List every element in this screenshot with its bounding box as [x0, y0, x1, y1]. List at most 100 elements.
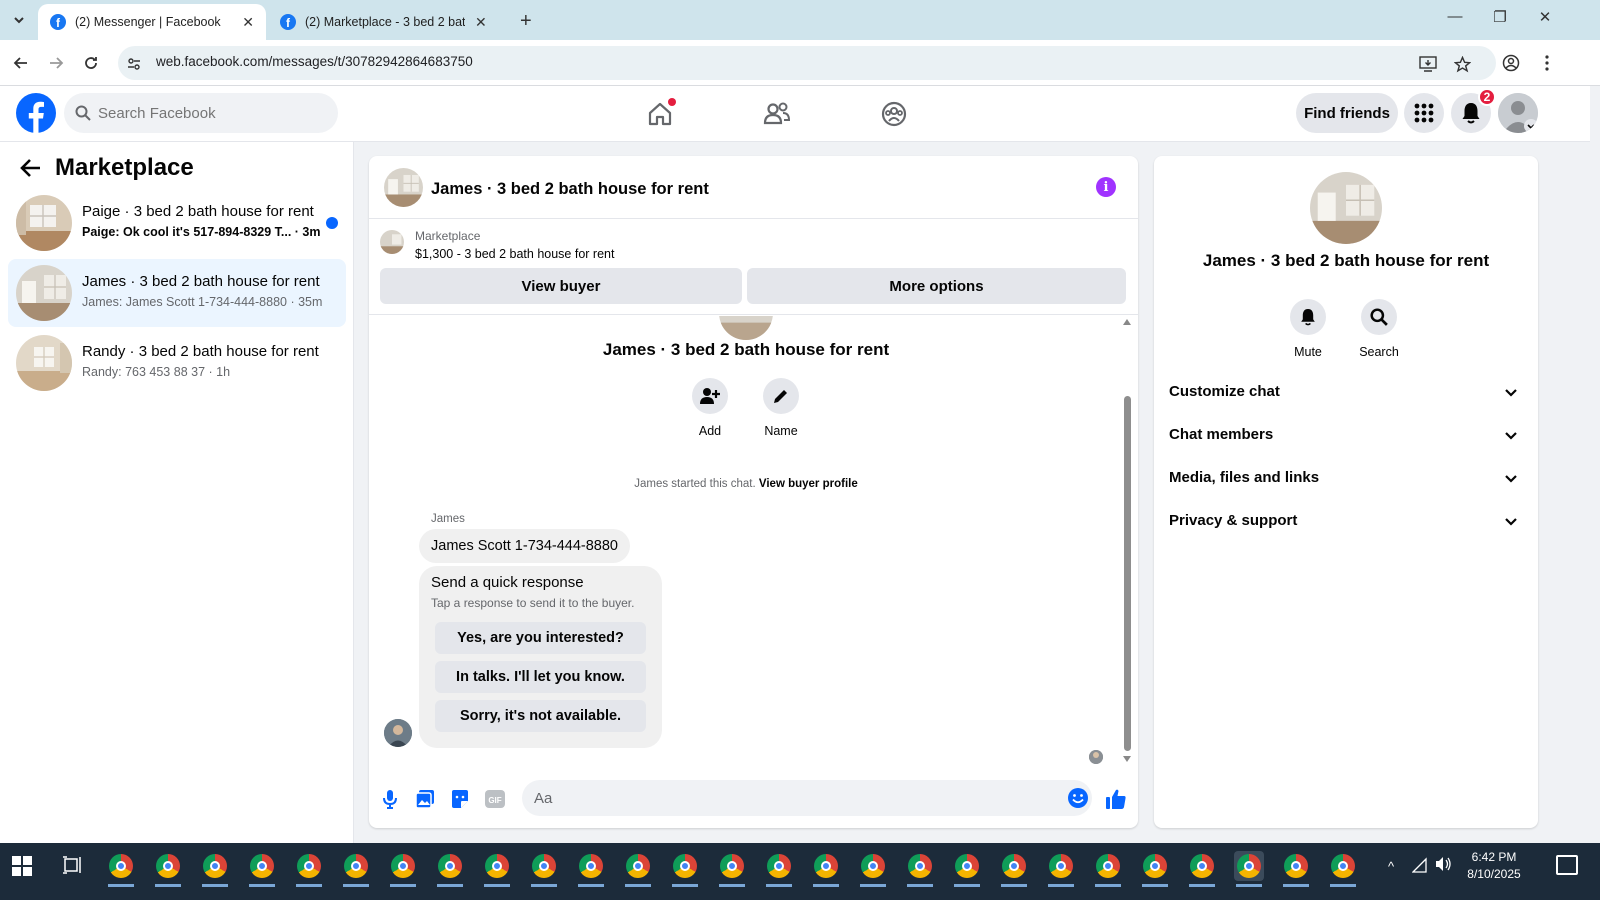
- home-nav-button[interactable]: [642, 96, 678, 132]
- taskbar-chrome-app[interactable]: [247, 851, 277, 887]
- message-thread[interactable]: James · 3 bed 2 bath house for rent Add …: [369, 316, 1138, 766]
- taskbar-chrome-app[interactable]: [1281, 851, 1311, 887]
- facebook-logo-icon[interactable]: [16, 93, 56, 133]
- address-bar[interactable]: web.facebook.com/messages/t/307829428646…: [118, 46, 1496, 80]
- taskbar-chrome-app[interactable]: [764, 851, 794, 887]
- find-friends-button[interactable]: Find friends: [1296, 93, 1398, 133]
- taskbar-chrome-app[interactable]: [670, 851, 700, 887]
- taskbar-chrome-app[interactable]: [858, 851, 888, 887]
- info-icon[interactable]: i: [1096, 177, 1116, 197]
- quick-response-option[interactable]: Yes, are you interested?: [435, 622, 646, 654]
- facebook-search-input[interactable]: [98, 93, 328, 133]
- friends-nav-button[interactable]: [759, 96, 795, 132]
- message-input-box[interactable]: [522, 780, 1092, 816]
- message-bubble[interactable]: James Scott 1-734-444-8880: [419, 529, 630, 563]
- volume-icon[interactable]: [1434, 856, 1452, 872]
- taskbar-chrome-app[interactable]: [717, 851, 747, 887]
- url-text[interactable]: web.facebook.com/messages/t/307829428646…: [156, 54, 473, 69]
- add-people-button[interactable]: Add: [680, 378, 740, 438]
- network-icon[interactable]: [1412, 857, 1430, 873]
- more-options-button[interactable]: More options: [747, 268, 1126, 304]
- chat-avatar[interactable]: [384, 168, 423, 207]
- taskbar-chrome-app[interactable]: [999, 851, 1029, 887]
- task-view-icon[interactable]: [62, 855, 82, 875]
- browser-tab-marketplace[interactable]: f (2) Marketplace - 3 bed 2 bath h ✕: [268, 4, 504, 40]
- groups-nav-button[interactable]: [876, 96, 912, 132]
- name-chat-button[interactable]: Name: [751, 378, 811, 438]
- quick-response-option[interactable]: Sorry, it's not available.: [435, 700, 646, 732]
- taskbar-chrome-app[interactable]: [905, 851, 935, 887]
- taskbar-chrome-app[interactable]: [341, 851, 371, 887]
- action-center-icon[interactable]: [1556, 855, 1578, 875]
- taskbar-chrome-app[interactable]: [1093, 851, 1123, 887]
- window-close-button[interactable]: ✕: [1530, 8, 1560, 26]
- media-files-links-section[interactable]: Media, files and links: [1162, 458, 1530, 498]
- view-buyer-profile-link[interactable]: View buyer profile: [759, 478, 858, 490]
- taskbar-chrome-app[interactable]: [952, 851, 982, 887]
- taskbar-chrome-app[interactable]: [388, 851, 418, 887]
- view-buyer-button[interactable]: View buyer: [380, 268, 742, 304]
- gif-button[interactable]: GIF: [484, 788, 506, 810]
- message-input[interactable]: [534, 780, 1054, 816]
- taskbar-chrome-app[interactable]: [1140, 851, 1170, 887]
- scroll-up-arrow-icon[interactable]: [1123, 319, 1131, 325]
- start-button[interactable]: [12, 856, 32, 876]
- page-scrollbar[interactable]: [1590, 86, 1600, 843]
- send-like-button[interactable]: [1105, 788, 1127, 810]
- system-clock[interactable]: 6:42 PM 8/10/2025: [1458, 849, 1530, 883]
- back-button[interactable]: [10, 52, 32, 74]
- menu-button[interactable]: [1404, 93, 1444, 133]
- site-info-icon[interactable]: [124, 54, 144, 74]
- taskbar-chrome-app[interactable]: [1234, 851, 1264, 887]
- install-app-icon[interactable]: [1418, 54, 1438, 74]
- profile-icon[interactable]: [1500, 52, 1522, 74]
- back-arrow-icon[interactable]: [20, 158, 42, 178]
- restore-button[interactable]: ❐: [1485, 8, 1515, 26]
- scroll-down-arrow-icon[interactable]: [1123, 756, 1131, 762]
- taskbar-chrome-app[interactable]: [1328, 851, 1358, 887]
- tab-close-icon[interactable]: ✕: [475, 14, 487, 31]
- emoji-icon[interactable]: [1067, 787, 1089, 809]
- attach-photo-button[interactable]: [414, 788, 436, 810]
- conversation-item-paige[interactable]: Paige · 3 bed 2 bath house for rent Paig…: [8, 189, 346, 257]
- mute-button[interactable]: Mute: [1278, 299, 1338, 359]
- account-avatar[interactable]: [1498, 93, 1538, 133]
- tab-close-icon[interactable]: ✕: [242, 14, 254, 31]
- taskbar-chrome-app[interactable]: [106, 851, 136, 887]
- new-tab-button[interactable]: +: [520, 10, 532, 33]
- sender-avatar[interactable]: [384, 719, 412, 747]
- taskbar-chrome-app[interactable]: [529, 851, 559, 887]
- thread-scrollbar[interactable]: [1121, 316, 1133, 766]
- taskbar-chrome-app[interactable]: [811, 851, 841, 887]
- reload-button[interactable]: [80, 52, 102, 74]
- conversation-item-randy[interactable]: Randy · 3 bed 2 bath house for rent Rand…: [8, 329, 346, 397]
- taskbar-chrome-app[interactable]: [200, 851, 230, 887]
- conversation-item-james[interactable]: James · 3 bed 2 bath house for rent Jame…: [8, 259, 346, 327]
- search-conversation-button[interactable]: Search: [1349, 299, 1409, 359]
- tab-search-button[interactable]: [6, 8, 32, 32]
- sticker-button[interactable]: [449, 788, 471, 810]
- taskbar-chrome-app[interactable]: [1046, 851, 1076, 887]
- scrollbar-thumb[interactable]: [1124, 396, 1131, 751]
- taskbar-chrome-app[interactable]: [482, 851, 512, 887]
- taskbar-chrome-app[interactable]: [623, 851, 653, 887]
- bookmark-star-icon[interactable]: [1452, 54, 1472, 74]
- taskbar-chrome-app[interactable]: [435, 851, 465, 887]
- browser-menu-icon[interactable]: [1536, 52, 1558, 74]
- facebook-search-box[interactable]: [64, 93, 338, 133]
- quick-response-option[interactable]: In talks. I'll let you know.: [435, 661, 646, 693]
- taskbar-chrome-app[interactable]: [1187, 851, 1217, 887]
- privacy-support-section[interactable]: Privacy & support: [1162, 501, 1530, 541]
- taskbar-chrome-app[interactable]: [294, 851, 324, 887]
- minimize-button[interactable]: —: [1440, 8, 1470, 25]
- taskbar-chrome-app[interactable]: [153, 851, 183, 887]
- customize-chat-section[interactable]: Customize chat: [1162, 372, 1530, 412]
- browser-tab-messenger[interactable]: f (2) Messenger | Facebook ✕: [38, 4, 266, 40]
- chat-members-section[interactable]: Chat members: [1162, 415, 1530, 455]
- listing-price-title[interactable]: $1,300 - 3 bed 2 bath house for rent: [415, 247, 614, 261]
- forward-button[interactable]: [45, 52, 67, 74]
- details-avatar[interactable]: [1310, 172, 1382, 244]
- show-hidden-icons[interactable]: ^: [1388, 859, 1394, 874]
- taskbar-chrome-app[interactable]: [576, 851, 606, 887]
- voice-clip-button[interactable]: [379, 788, 401, 810]
